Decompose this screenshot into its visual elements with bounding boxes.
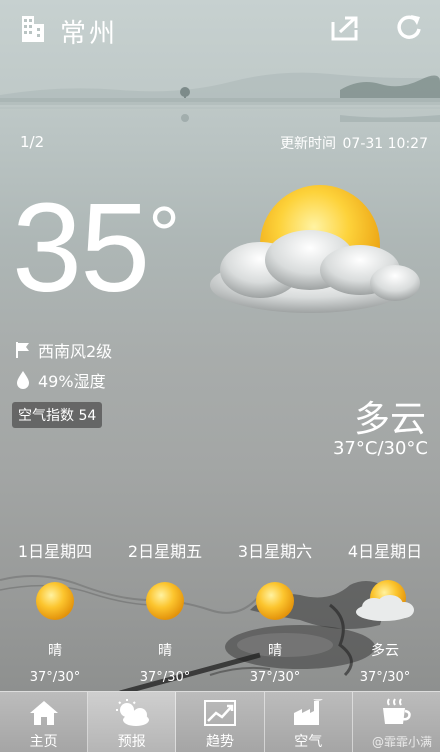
nav-trend[interactable]: 趋势 <box>176 692 265 752</box>
cup-icon <box>383 698 412 724</box>
misty-landscape <box>0 72 440 122</box>
forecast-date: 3日星期六 <box>237 542 313 561</box>
refresh-icon[interactable] <box>395 13 423 41</box>
top-bar: 常州 <box>0 0 440 58</box>
aqi-badge[interactable]: 空气指数 54 <box>12 402 103 428</box>
city-name[interactable]: 常州 <box>60 13 118 50</box>
forecast-condition: 晴 <box>268 643 282 659</box>
flag-icon <box>16 342 29 358</box>
wind-text: 西南风2级 <box>38 342 113 361</box>
update-datetime: 07-31 10:27 <box>342 136 428 152</box>
nav-forecast[interactable]: 预报 <box>88 692 177 752</box>
watermark: @霏霏小满 <box>371 735 432 749</box>
partly-cloudy-icon <box>356 580 414 621</box>
nav-label: 空气 <box>294 734 323 750</box>
forecast-date: 4日星期日 <box>347 542 423 561</box>
current-condition: 多云 <box>353 399 426 440</box>
nav-label: 预报 <box>117 734 146 750</box>
temperature-value: 35 <box>12 177 150 318</box>
forecast-date: 1日星期四 <box>17 542 93 561</box>
sun-icon <box>36 582 74 620</box>
current-temperature: 35° <box>12 185 180 311</box>
humidity-info: 49%湿度 <box>14 368 106 392</box>
forecast-day-2[interactable]: 2日星期五 晴 37°/30° <box>110 538 220 685</box>
nav-label: 主页 <box>29 734 58 750</box>
forecast-range: 37°/30° <box>359 670 411 685</box>
partly-cloudy-icon <box>210 185 420 313</box>
trend-icon <box>204 700 236 726</box>
humidity-text: 49%湿度 <box>38 372 106 391</box>
forecast-day-3[interactable]: 3日星期六 晴 37°/30° <box>220 538 330 685</box>
forecast-list: 1日星期四 晴 37°/30° 2日星期五 晴 37°/30° 3日星期六 晴 … <box>0 538 440 685</box>
update-label: 更新时间 <box>280 136 337 152</box>
forecast-icon <box>115 699 149 726</box>
forecast-day-4[interactable]: 4日星期日 多云 37°/30° <box>330 538 440 685</box>
home-icon <box>29 701 58 725</box>
forecast-date: 2日星期五 <box>127 542 203 561</box>
nav-air[interactable]: 空气 <box>265 692 353 752</box>
forecast-range: 37°/30° <box>139 670 191 685</box>
page-indicator: 1/2 <box>20 133 45 151</box>
forecast-condition: 晴 <box>158 643 172 659</box>
update-time: 更新时间 07-31 10:27 <box>278 133 428 153</box>
current-temp-range: 37°C/30°C <box>332 438 428 459</box>
forecast-condition: 晴 <box>48 643 62 659</box>
nav-label: 趋势 <box>206 734 234 750</box>
factory-icon <box>294 699 323 725</box>
sun-icon <box>256 582 294 620</box>
degree-symbol: ° <box>148 190 180 279</box>
wind-info: 西南风2级 <box>14 338 112 362</box>
building-icon[interactable] <box>20 14 46 42</box>
droplet-icon <box>17 371 29 389</box>
share-icon[interactable] <box>330 14 360 42</box>
forecast-condition: 多云 <box>371 643 399 659</box>
forecast-range: 37°/30° <box>29 670 81 685</box>
sun-icon <box>146 582 184 620</box>
forecast-range: 37°/30° <box>249 670 301 685</box>
nav-home[interactable]: 主页 <box>0 692 89 752</box>
forecast-day-1[interactable]: 1日星期四 晴 37°/30° <box>0 538 110 685</box>
